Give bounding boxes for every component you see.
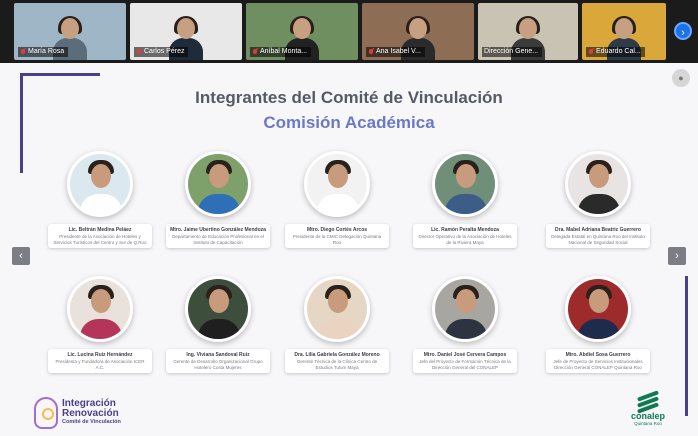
participant-name: Dirección Gene... <box>484 48 539 55</box>
member-photo <box>67 276 133 342</box>
member-role: Presidenta y Fundadora de Asociación ICE… <box>55 359 145 370</box>
member-name: Lic. Beltrán Medina Peláez <box>68 227 132 233</box>
mic-muted-icon <box>368 48 374 56</box>
shared-slide: ● Integrantes del Comité de Vinculación … <box>0 63 698 436</box>
member-name: Mtro. Diego Cortés Arcos <box>306 227 368 233</box>
member-name: Lic. Lucina Ruiz Hernández <box>67 352 133 358</box>
member-photo <box>304 276 370 342</box>
member-card: Lic. Ramón Peralta Mendoza Director Oper… <box>410 151 520 248</box>
member-photo <box>432 151 498 217</box>
member-card: Dra. Mabel Adriana Beatriz Guerrero Dele… <box>543 151 653 248</box>
member-role: Gerente Técnica de la Clínica Centro de … <box>296 359 378 370</box>
participant-name: Eduardo Cal... <box>596 48 641 55</box>
participant-tile[interactable]: Ana Isabel V... <box>362 3 474 60</box>
participant-strip: María Rosa Carlos Pérez Aníbal Monta... … <box>0 0 698 63</box>
lightbulb-icon <box>34 397 58 429</box>
member-role: Gerente de Desarrollo Organizacional Gru… <box>173 359 263 370</box>
member-name: Dra. Mabel Adriana Beatriz Guerrero <box>555 227 641 233</box>
conalep-name: conalep <box>630 411 665 421</box>
member-role: Presidente de la Asociación de Hoteles y… <box>53 234 147 245</box>
member-photo <box>185 151 251 217</box>
member-card: Mtro. Jaime Ubertino González Mendoza De… <box>163 151 273 248</box>
member-card: Mtro. Daniel José Cervera Campos Jefe de… <box>410 276 520 373</box>
member-card: Dra. Lilia Gabriela González Moreno Gere… <box>282 276 392 373</box>
member-photo <box>304 151 370 217</box>
conalep-subtitle: Quintana Roo <box>634 421 662 426</box>
camera-icon[interactable]: ● <box>672 69 690 87</box>
member-photo <box>432 276 498 342</box>
member-name: Mtro. Daniel José Cervera Campos <box>423 352 507 358</box>
member-role: Jefe de Proyecto de Servicios Institucio… <box>553 359 643 370</box>
member-role: Departamento de Educación Profesional en… <box>172 234 264 245</box>
member-photo <box>565 151 631 217</box>
member-name: Mtro. Jaime Ubertino González Mendoza <box>170 227 266 233</box>
participant-tile[interactable]: Aníbal Monta... <box>246 3 358 60</box>
slide-subtitle: Comisión Académica <box>263 113 435 132</box>
member-photo <box>185 276 251 342</box>
next-slide-button[interactable]: › <box>668 247 686 265</box>
participant-name: María Rosa <box>28 48 65 55</box>
participant-tile[interactable]: Carlos Pérez <box>130 3 242 60</box>
member-role: Jefe del Proyecto de Formación Técnica d… <box>419 359 511 370</box>
logo-line3: Comité de Vinculación <box>62 419 121 425</box>
prev-slide-button[interactable]: ‹ <box>12 247 30 265</box>
member-card: Ing. Viviana Sandoval Ruiz Gerente de De… <box>163 276 273 373</box>
member-card: Mtro. Diego Cortés Arcos Presidente de l… <box>282 151 392 248</box>
logo-line2: Renovación <box>62 408 119 419</box>
participant-tile[interactable]: María Rosa <box>14 3 126 60</box>
mic-muted-icon <box>136 48 142 56</box>
conalep-mark-icon <box>635 390 661 414</box>
participant-name: Carlos Pérez <box>144 48 185 55</box>
member-name: Ing. Viviana Sandoval Ruiz <box>186 352 250 358</box>
member-name: Dra. Lilia Gabriela González Moreno <box>294 352 380 358</box>
next-participants-button[interactable]: › <box>674 22 692 40</box>
member-role: Presidente de la CMIC Delegación Quintan… <box>292 234 382 245</box>
participant-tile[interactable]: Eduardo Cal... <box>582 3 666 60</box>
mic-muted-icon <box>20 48 26 56</box>
participant-tile[interactable]: Dirección Gene... <box>478 3 578 60</box>
participant-name: Ana Isabel V... <box>376 48 421 55</box>
meeting-window: María Rosa Carlos Pérez Aníbal Monta... … <box>0 0 698 436</box>
member-role: Delegada Estatal en Quintana Roo del Ins… <box>551 234 645 245</box>
member-card: Mtro. Abdiel Sosa Guerrero Jefe de Proye… <box>543 276 653 373</box>
participant-name: Aníbal Monta... <box>260 48 308 55</box>
integracion-logo: Integración Renovación Comité de Vincula… <box>34 395 144 433</box>
conalep-logo: conalep Quintana Roo <box>620 390 676 433</box>
member-photo <box>565 276 631 342</box>
member-photo <box>67 151 133 217</box>
member-role: Director Operativo de la Asociación de H… <box>418 234 512 245</box>
member-card: Lic. Beltrán Medina Peláez Presidente de… <box>45 151 155 248</box>
slide-title: Integrantes del Comité de Vinculación <box>195 88 503 107</box>
member-name: Mtro. Abdiel Sosa Guerrero <box>565 352 631 358</box>
mic-muted-icon <box>252 48 258 56</box>
mic-muted-icon <box>588 48 594 56</box>
side-decoration <box>685 276 688 416</box>
member-card: Lic. Lucina Ruiz Hernández Presidenta y … <box>45 276 155 373</box>
member-name: Lic. Ramón Peralta Mendoza <box>431 227 499 233</box>
